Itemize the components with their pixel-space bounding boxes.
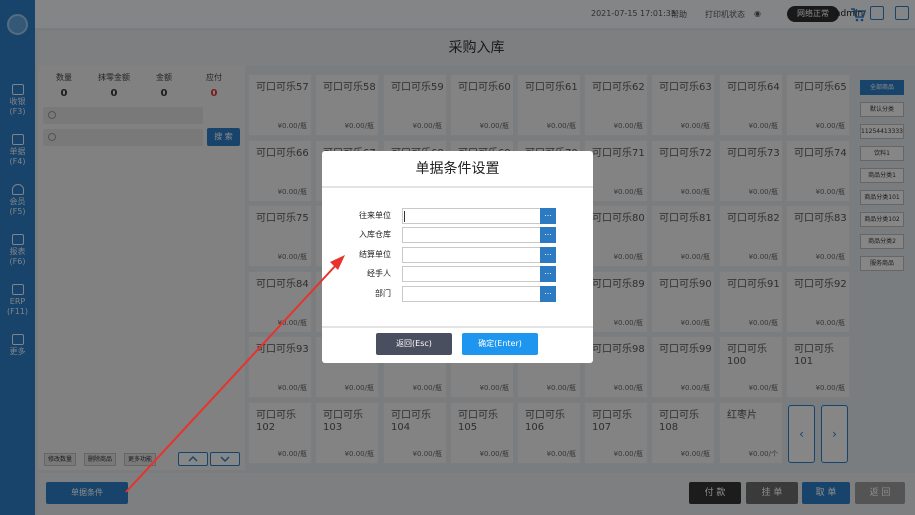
form-row-warehouse: 入库仓库 ... (322, 227, 593, 243)
dialog-title: 单据条件设置 (322, 151, 593, 188)
form-row-handler: 经手人 ... (322, 266, 593, 282)
field-label: 往来单位 (359, 211, 391, 220)
field-label: 结算单位 (359, 250, 391, 259)
dialog-back-button[interactable]: 返回(Esc) (376, 333, 452, 355)
dialog-footer-divider (322, 326, 593, 328)
form-row-department: 部门 ... (322, 286, 593, 302)
form-row-settlement: 结算单位 ... (322, 247, 593, 263)
field-label: 部门 (375, 289, 391, 298)
warehouse-field[interactable] (402, 227, 541, 243)
document-conditions-dialog: 单据条件设置 往来单位 ... 入库仓库 ... 结算单位 ... 经手人 ..… (322, 151, 593, 363)
form-row-partner: 往来单位 ... (322, 208, 593, 224)
partner-picker-button[interactable]: ... (540, 208, 556, 224)
field-label: 入库仓库 (359, 230, 391, 239)
field-label: 经手人 (367, 269, 391, 278)
handler-picker-button[interactable]: ... (540, 266, 556, 282)
dialog-confirm-button[interactable]: 确定(Enter) (462, 333, 538, 355)
department-field[interactable] (402, 286, 541, 302)
text-cursor (404, 211, 405, 222)
warehouse-picker-button[interactable]: ... (540, 227, 556, 243)
partner-field[interactable] (402, 208, 541, 224)
handler-field[interactable] (402, 266, 541, 282)
department-picker-button[interactable]: ... (540, 286, 556, 302)
settlement-picker-button[interactable]: ... (540, 247, 556, 263)
settlement-unit-field[interactable] (402, 247, 541, 263)
